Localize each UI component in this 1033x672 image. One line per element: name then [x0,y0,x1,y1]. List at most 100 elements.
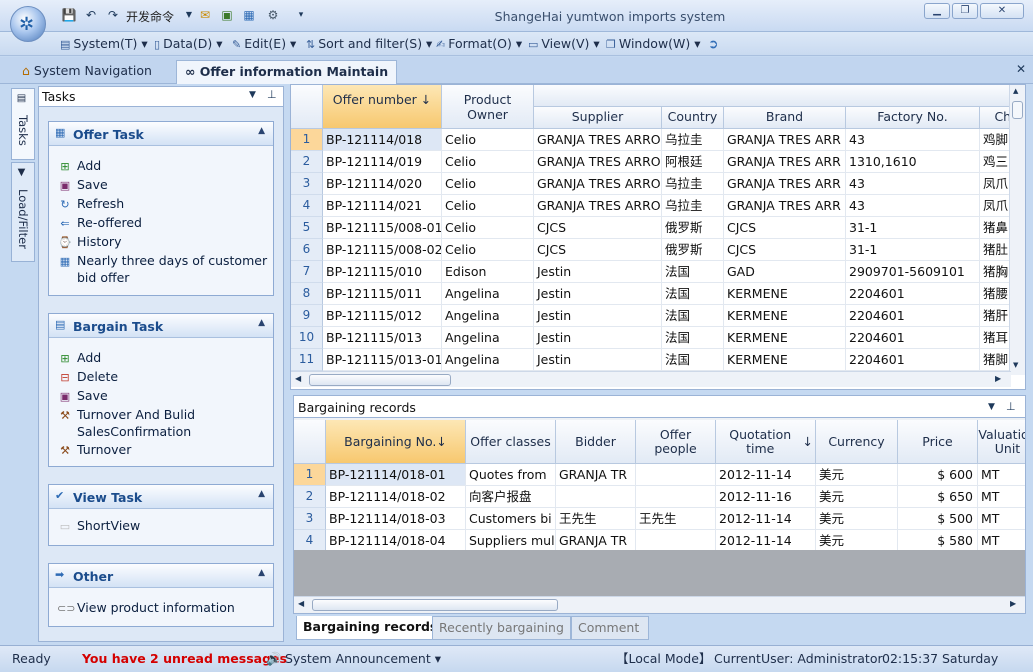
app-menu-button[interactable]: ✲ [10,6,46,42]
bargain-save[interactable]: ▣ Save [57,388,108,405]
tab-recently-bargaining[interactable]: Recently bargaining [432,616,571,640]
tab-system-navigation[interactable]: ⌂ System Navigation [14,60,160,84]
table-cell[interactable]: KERMENE [724,305,846,327]
tab-bargaining-records[interactable]: Bargaining records [296,616,445,640]
collapse-icon[interactable]: ▲ [258,568,265,578]
table-cell[interactable]: 王先生 [556,508,636,530]
bargain-turnover[interactable]: ⚒ Turnover [57,442,131,459]
table-cell[interactable]: 法国 [662,283,724,305]
table-cell[interactable]: GRANJA TRES ARRO [534,129,662,151]
column-header[interactable]: Factory No. [846,107,980,129]
offer-refresh[interactable]: ↻ Refresh [57,196,124,213]
scroll-down-icon[interactable]: ▼ [1013,361,1018,369]
system-announcement-dropdown[interactable]: System Announcement ▾ [285,650,441,668]
table-cell[interactable]: 43 [846,173,980,195]
offer-add[interactable]: ⊞ Add [57,158,101,175]
offer-horizontal-scrollbar[interactable]: ◀ ▶ [291,371,1011,387]
table-cell[interactable] [636,464,716,486]
table-cell[interactable]: 2012-11-16 [716,486,816,508]
table-cell[interactable]: GRANJA TRES ARRO [534,195,662,217]
table-cell[interactable]: Quotes from [466,464,556,486]
pin-icon[interactable]: ⊥ [1006,400,1016,413]
table-cell[interactable]: MT [978,486,1025,508]
table-cell[interactable]: $ 600 [898,464,978,486]
table-cell[interactable]: 俄罗斯 [662,217,724,239]
unread-messages-link[interactable]: You have 2 unread messages [82,650,287,668]
table-cell[interactable]: BP-121115/012 [323,305,442,327]
table-cell[interactable]: 法国 [662,305,724,327]
table-cell[interactable]: BP-121114/018 [323,129,442,151]
side-tab-tasks[interactable]: Tasks ▤ [11,88,35,160]
row-number[interactable]: 3 [291,173,323,195]
tab-offer-information[interactable]: ∞ Offer information Maintain [176,60,398,84]
column-header[interactable]: Brand [724,107,846,129]
table-cell[interactable]: BP-121115/008-02 [323,239,442,261]
offer-history[interactable]: ⌚ History [57,234,121,251]
table-cell[interactable]: Celio [442,173,534,195]
save-icon[interactable]: 💾 [60,7,78,23]
offer-vertical-scrollbar[interactable]: ▲ ▼ [1009,85,1025,375]
maximize-button[interactable]: ❐ [952,3,978,19]
table-cell[interactable]: $ 650 [898,486,978,508]
table-cell[interactable]: Customers bi [466,508,556,530]
help-icon[interactable]: ➲ [708,36,718,52]
column-header[interactable]: Currency [816,420,898,464]
column-header[interactable]: Bargaining No. ↓ [326,420,466,464]
table-cell[interactable]: GRANJA TR [556,530,636,552]
table-cell[interactable]: Jestin [534,261,662,283]
quick-access-command[interactable]: 开发命令 [126,8,174,25]
table-cell[interactable]: Jestin [534,283,662,305]
table-cell[interactable]: 2012-11-14 [716,508,816,530]
table-cell[interactable]: BP-121114/018-03 [326,508,466,530]
row-number[interactable]: 4 [294,530,326,552]
collapse-icon[interactable]: ▲ [258,126,265,136]
table-cell[interactable]: Angelina [442,283,534,305]
select-all-corner[interactable] [291,85,323,129]
column-header[interactable]: Product Owner [442,85,534,129]
table-cell[interactable]: Celio [442,151,534,173]
table-cell[interactable] [556,486,636,508]
undo-icon[interactable]: ↶ [82,7,100,23]
column-header[interactable]: Bidder [556,420,636,464]
table-cell[interactable]: GAD [724,261,846,283]
table-cell[interactable]: 43 [846,129,980,151]
table-cell[interactable]: 美元 [816,508,898,530]
group-view-task-header[interactable]: ✔ View Task ▲ [49,485,273,509]
table-cell[interactable]: Celio [442,129,534,151]
clipboard-icon[interactable]: ▣ [218,7,236,23]
table-cell[interactable]: 2204601 [846,327,980,349]
bargain-turnover-build[interactable]: ⚒ Turnover And Bulid SalesConfirmation [57,407,195,440]
row-number[interactable]: 9 [291,305,323,327]
menu-sort-filter[interactable]: ⇅ Sort and filter(S) ▾ [306,36,432,52]
table-cell[interactable]: BP-121115/008-01 [323,217,442,239]
column-header[interactable]: Country [662,107,724,129]
bargain-add[interactable]: ⊞ Add [57,350,101,367]
table-cell[interactable]: Edison [442,261,534,283]
table-cell[interactable]: 2204601 [846,349,980,371]
table-cell[interactable]: 法国 [662,261,724,283]
row-number[interactable]: 8 [291,283,323,305]
row-number[interactable]: 11 [291,349,323,371]
table-cell[interactable]: 2204601 [846,305,980,327]
side-tab-load-filter[interactable]: Load/Filter ▼ [11,162,35,262]
table-cell[interactable]: KERMENE [724,349,846,371]
table-cell[interactable]: BP-121115/013 [323,327,442,349]
table-cell[interactable]: 乌拉圭 [662,129,724,151]
table-cell[interactable]: 法国 [662,327,724,349]
table-cell[interactable]: GRANJA TR [556,464,636,486]
table-cell[interactable]: 2012-11-14 [716,530,816,552]
table-cell[interactable]: Jestin [534,305,662,327]
table-cell[interactable]: GRANJA TRES ARR [724,173,846,195]
table-cell[interactable]: 乌拉圭 [662,195,724,217]
bargain-delete[interactable]: ⊟ Delete [57,369,118,386]
group-other-header[interactable]: ➡ Other ▲ [49,564,273,588]
scroll-left-icon[interactable]: ◀ [298,599,304,608]
row-number[interactable]: 5 [291,217,323,239]
select-all-corner[interactable] [294,420,326,464]
row-number[interactable]: 1 [294,464,326,486]
table-cell[interactable]: $ 500 [898,508,978,530]
mail-icon[interactable]: ✉ [196,7,214,23]
table-cell[interactable]: 俄罗斯 [662,239,724,261]
table-cell[interactable] [636,486,716,508]
table-cell[interactable]: 31-1 [846,217,980,239]
